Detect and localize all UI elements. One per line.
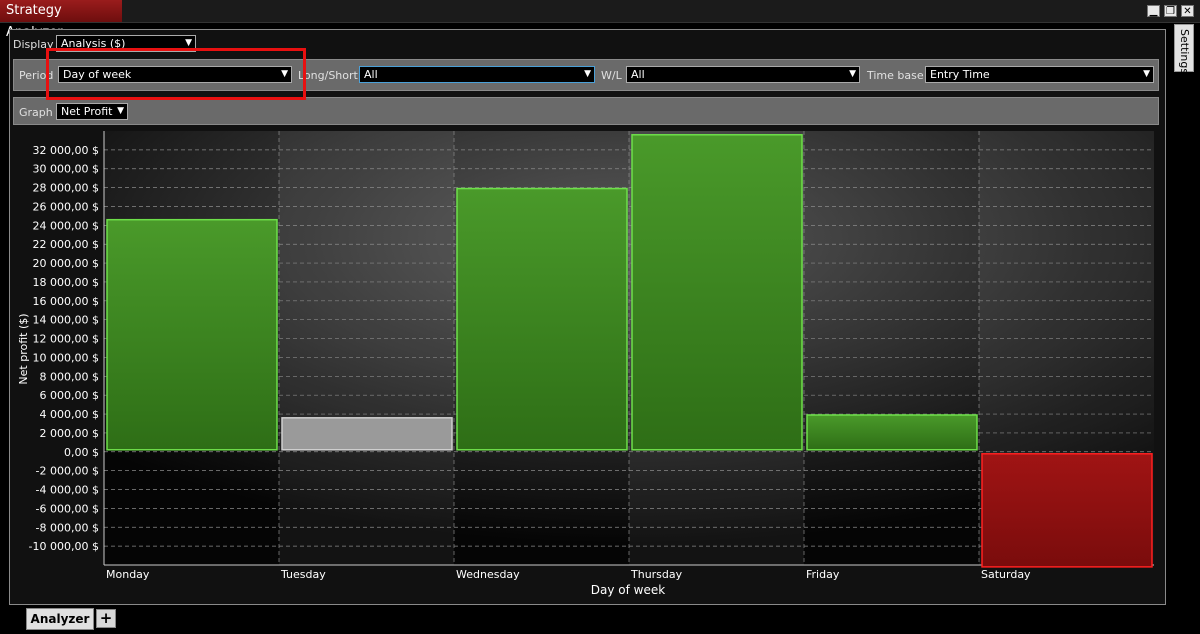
x-tick-label: Monday [106, 568, 150, 581]
y-tick-label: -10 000,00 $ [29, 540, 99, 553]
wl-select[interactable]: All ▼ [626, 66, 860, 83]
y-tick-label: 20 000,00 $ [33, 257, 99, 270]
longshort-label: Long/Short [298, 69, 358, 82]
y-tick-label: 30 000,00 $ [33, 163, 99, 176]
graph-select[interactable]: Net Profit ▼ [56, 103, 128, 120]
bar-monday [106, 218, 278, 451]
longshort-select-value: All [364, 68, 378, 81]
bar-friday [806, 414, 978, 451]
chevron-down-icon: ▼ [1143, 69, 1150, 79]
y-tick-label: 12 000,00 $ [33, 333, 99, 346]
chevron-down-icon: ▼ [117, 106, 124, 116]
x-tick-label: Tuesday [280, 568, 326, 581]
close-icon[interactable]: ✕ [1181, 5, 1194, 17]
net-profit-chart: 32 000,00 $ 30 000,00 $ 28 000,00 $ 26 000,… [13, 127, 1159, 597]
y-tick-label: 8 000,00 $ [40, 370, 99, 383]
y-tick-label: 14 000,00 $ [33, 314, 99, 327]
highlight-box [46, 48, 306, 100]
x-tick-label: Wednesday [456, 568, 520, 581]
y-tick-label: 22 000,00 $ [33, 238, 99, 251]
title-bar: Strategy Analyzer ▁ ❐ ✕ [0, 0, 1200, 40]
bar-saturday [981, 453, 1153, 568]
y-tick-label: 6 000,00 $ [40, 389, 99, 402]
longshort-select[interactable]: All ▼ [359, 66, 595, 83]
settings-tab[interactable]: Settings [1174, 24, 1194, 75]
y-tick-label: -2 000,00 $ [36, 465, 99, 478]
y-tick-label: -6 000,00 $ [36, 502, 99, 515]
bar-tuesday [281, 417, 453, 451]
restore-icon[interactable]: ❐ [1164, 5, 1177, 17]
chart-svg: 32 000,00 $ 30 000,00 $ 28 000,00 $ 26 000,… [17, 131, 1154, 597]
wl-label: W/L [601, 69, 622, 82]
y-tick-label: 24 000,00 $ [33, 219, 99, 232]
x-tick-label: Saturday [981, 568, 1031, 581]
window-title: Strategy Analyzer [0, 0, 122, 40]
bar-thursday [631, 134, 803, 451]
y-tick-label: 28 000,00 $ [33, 182, 99, 195]
x-axis-label: Day of week [591, 583, 665, 597]
timebase-label: Time base [867, 69, 924, 82]
x-tick-label: Friday [806, 568, 840, 581]
minimize-icon[interactable]: ▁ [1147, 5, 1160, 17]
y-tick-label: 4 000,00 $ [40, 408, 99, 421]
y-tick-label: 16 000,00 $ [33, 295, 99, 308]
bar-wednesday [456, 187, 628, 451]
y-tick-label: 18 000,00 $ [33, 276, 99, 289]
settings-tab-label: Settings [1178, 29, 1191, 75]
tab-analyzer[interactable]: Analyzer [26, 608, 94, 630]
column-band [279, 131, 454, 565]
timebase-select[interactable]: Entry Time ▼ [925, 66, 1154, 83]
y-tick-label: -4 000,00 $ [36, 484, 99, 497]
graph-select-value: Net Profit [61, 105, 113, 118]
timebase-select-value: Entry Time [930, 68, 990, 81]
add-tab-button[interactable]: + [96, 609, 116, 628]
y-tick-label: 32 000,00 $ [33, 144, 99, 157]
x-tick-label: Thursday [630, 568, 683, 581]
chevron-down-icon: ▼ [849, 69, 856, 79]
y-tick-label: -8 000,00 $ [36, 521, 99, 534]
y-tick-label: 26 000,00 $ [33, 200, 99, 213]
y-tick-label: 10 000,00 $ [33, 351, 99, 364]
wl-select-value: All [631, 68, 645, 81]
y-tick-label: 0,00 $ [64, 446, 99, 459]
y-axis-label: Net profit ($) [17, 313, 30, 384]
graph-label: Graph [19, 106, 53, 119]
y-tick-label: 2 000,00 $ [40, 427, 99, 440]
chevron-down-icon: ▼ [584, 69, 591, 79]
graph-bar [13, 97, 1159, 125]
